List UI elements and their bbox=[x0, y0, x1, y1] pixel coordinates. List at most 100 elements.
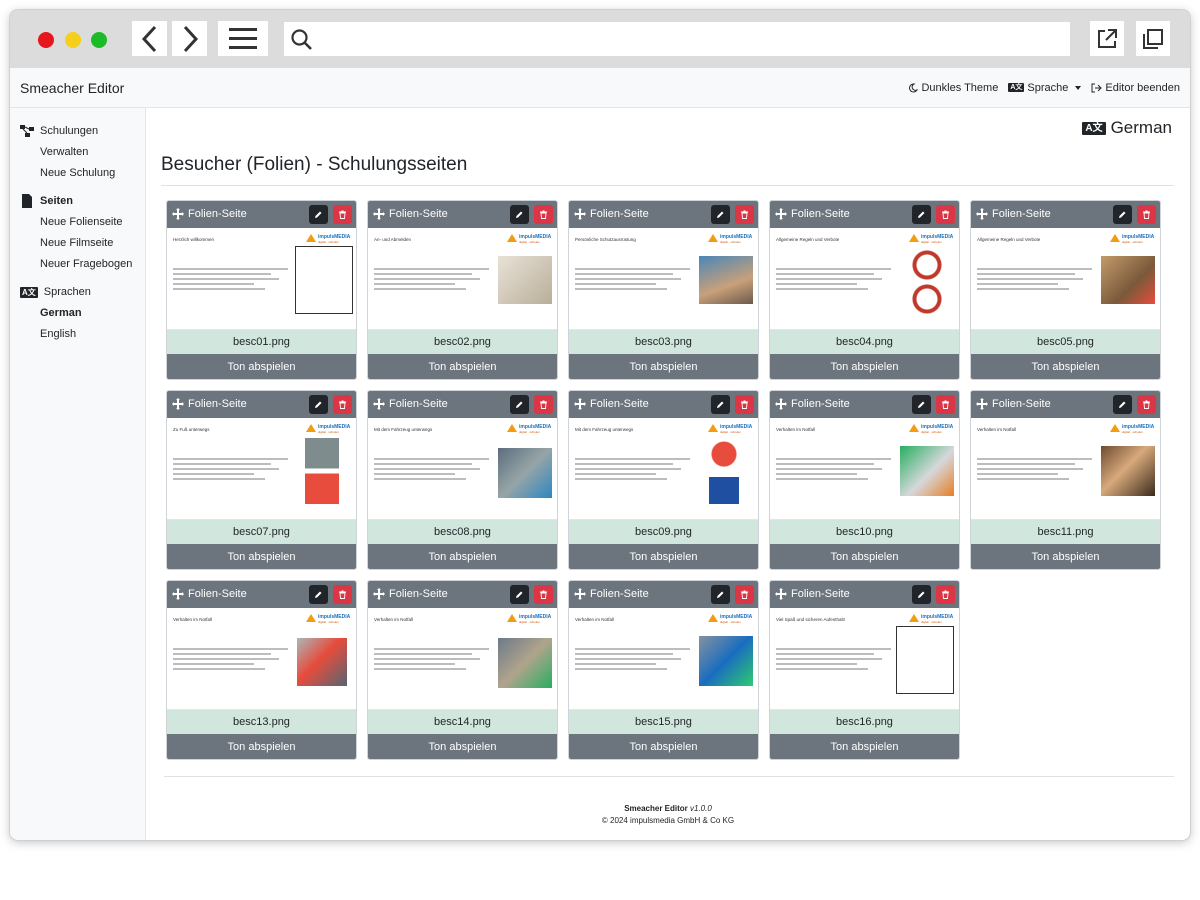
edit-button[interactable] bbox=[510, 394, 529, 414]
back-button[interactable] bbox=[132, 21, 167, 56]
delete-button[interactable] bbox=[534, 584, 553, 604]
card-header[interactable]: Folien-Seite bbox=[971, 391, 1160, 418]
delete-button[interactable] bbox=[333, 584, 352, 604]
card-header[interactable]: Folien-Seite bbox=[569, 391, 758, 418]
slide-thumbnail[interactable]: Allgemeine Regeln und Verbote impulsMEDI… bbox=[770, 227, 959, 331]
duplicate-window-button[interactable] bbox=[1136, 21, 1170, 56]
delete-button[interactable] bbox=[333, 204, 352, 224]
edit-button[interactable] bbox=[711, 394, 730, 414]
app-brand[interactable]: Smeacher Editor bbox=[20, 80, 124, 96]
move-icon[interactable] bbox=[775, 208, 787, 221]
move-icon[interactable] bbox=[574, 208, 586, 221]
sidebar-item-german[interactable]: German bbox=[10, 303, 145, 324]
delete-button[interactable] bbox=[936, 584, 955, 604]
close-window-button[interactable] bbox=[38, 32, 54, 48]
card-header[interactable]: Folien-Seite bbox=[368, 391, 557, 418]
card-header[interactable]: Folien-Seite bbox=[368, 201, 557, 228]
sidebar-item-neue-filmseite[interactable]: Neue Filmseite bbox=[10, 233, 145, 254]
play-audio-button[interactable]: Ton abspielen bbox=[167, 354, 356, 379]
slide-thumbnail[interactable]: An- und Abmelden impulsMEDIA digital · sc… bbox=[368, 227, 557, 331]
card-header[interactable]: Folien-Seite bbox=[770, 201, 959, 228]
sidebar-item-neue-folienseite[interactable]: Neue Folienseite bbox=[10, 212, 145, 233]
edit-button[interactable] bbox=[1113, 394, 1132, 414]
minimize-window-button[interactable] bbox=[65, 32, 81, 48]
play-audio-button[interactable]: Ton abspielen bbox=[971, 544, 1160, 569]
play-audio-button[interactable]: Ton abspielen bbox=[569, 354, 758, 379]
edit-button[interactable] bbox=[309, 204, 328, 224]
play-audio-button[interactable]: Ton abspielen bbox=[770, 354, 959, 379]
move-icon[interactable] bbox=[172, 398, 184, 411]
external-link-button[interactable] bbox=[1090, 21, 1124, 56]
play-audio-button[interactable]: Ton abspielen bbox=[569, 544, 758, 569]
slide-thumbnail[interactable]: Verhalten im Notfall impulsMEDIA digital … bbox=[770, 417, 959, 521]
delete-button[interactable] bbox=[735, 204, 754, 224]
move-icon[interactable] bbox=[373, 398, 385, 411]
move-icon[interactable] bbox=[373, 208, 385, 221]
move-icon[interactable] bbox=[172, 208, 184, 221]
slide-thumbnail[interactable]: Persönliche Schutzausrüstung impulsMEDIA… bbox=[569, 227, 758, 331]
delete-button[interactable] bbox=[1137, 204, 1156, 224]
card-header[interactable]: Folien-Seite bbox=[368, 581, 557, 608]
slide-thumbnail[interactable]: Herzlich willkommen impulsMEDIA digital ·… bbox=[167, 227, 356, 331]
edit-button[interactable] bbox=[711, 584, 730, 604]
url-bar[interactable] bbox=[284, 22, 1070, 56]
move-icon[interactable] bbox=[373, 588, 385, 601]
move-icon[interactable] bbox=[976, 208, 988, 221]
edit-button[interactable] bbox=[510, 204, 529, 224]
slide-thumbnail[interactable]: Verhalten im Notfall impulsMEDIA digital … bbox=[167, 607, 356, 711]
delete-button[interactable] bbox=[735, 584, 754, 604]
slide-thumbnail[interactable]: Mit dem Fahrzeug unterwegs impulsMEDIA di… bbox=[368, 417, 557, 521]
sidebar-section-schulungen[interactable]: Schulungen bbox=[10, 120, 145, 142]
card-header[interactable]: Folien-Seite bbox=[770, 391, 959, 418]
card-header[interactable]: Folien-Seite bbox=[569, 581, 758, 608]
edit-button[interactable] bbox=[510, 584, 529, 604]
card-header[interactable]: Folien-Seite bbox=[770, 581, 959, 608]
delete-button[interactable] bbox=[936, 394, 955, 414]
edit-button[interactable] bbox=[912, 204, 931, 224]
move-icon[interactable] bbox=[775, 398, 787, 411]
sidebar-section-sprachen[interactable]: A文 Sprachen bbox=[10, 281, 145, 303]
card-header[interactable]: Folien-Seite bbox=[167, 391, 356, 418]
edit-button[interactable] bbox=[912, 394, 931, 414]
slide-thumbnail[interactable]: Verhalten im Notfall impulsMEDIA digital … bbox=[971, 417, 1160, 521]
edit-button[interactable] bbox=[711, 204, 730, 224]
delete-button[interactable] bbox=[534, 394, 553, 414]
edit-button[interactable] bbox=[309, 584, 328, 604]
slide-thumbnail[interactable]: Verhalten im Notfall impulsMEDIA digital … bbox=[368, 607, 557, 711]
delete-button[interactable] bbox=[1137, 394, 1156, 414]
move-icon[interactable] bbox=[775, 588, 787, 601]
sidebar-section-seiten[interactable]: Seiten bbox=[10, 190, 145, 212]
play-audio-button[interactable]: Ton abspielen bbox=[971, 354, 1160, 379]
sidebar-item-verwalten[interactable]: Verwalten bbox=[10, 142, 145, 163]
delete-button[interactable] bbox=[735, 394, 754, 414]
slide-thumbnail[interactable]: Viel Spaß und sicheren Aufenthalt! impul… bbox=[770, 607, 959, 711]
play-audio-button[interactable]: Ton abspielen bbox=[368, 544, 557, 569]
sidebar-item-neuer-fragebogen[interactable]: Neuer Fragebogen bbox=[10, 254, 145, 275]
move-icon[interactable] bbox=[172, 588, 184, 601]
play-audio-button[interactable]: Ton abspielen bbox=[368, 734, 557, 759]
card-header[interactable]: Folien-Seite bbox=[569, 201, 758, 228]
play-audio-button[interactable]: Ton abspielen bbox=[167, 734, 356, 759]
sidebar-item-english[interactable]: English bbox=[10, 324, 145, 345]
maximize-window-button[interactable] bbox=[91, 32, 107, 48]
delete-button[interactable] bbox=[333, 394, 352, 414]
slide-thumbnail[interactable]: Mit dem Fahrzeug unterwegs impulsMEDIA di… bbox=[569, 417, 758, 521]
card-header[interactable]: Folien-Seite bbox=[167, 581, 356, 608]
edit-button[interactable] bbox=[1113, 204, 1132, 224]
menu-button[interactable] bbox=[218, 21, 268, 56]
play-audio-button[interactable]: Ton abspielen bbox=[368, 354, 557, 379]
play-audio-button[interactable]: Ton abspielen bbox=[770, 734, 959, 759]
dark-theme-toggle[interactable]: Dunkles Theme bbox=[908, 82, 998, 94]
move-icon[interactable] bbox=[574, 398, 586, 411]
card-header[interactable]: Folien-Seite bbox=[167, 201, 356, 228]
exit-editor-button[interactable]: Editor beenden bbox=[1091, 82, 1180, 94]
move-icon[interactable] bbox=[574, 588, 586, 601]
sidebar-item-neue-schulung[interactable]: Neue Schulung bbox=[10, 163, 145, 184]
edit-button[interactable] bbox=[309, 394, 328, 414]
language-dropdown[interactable]: A文 Sprache bbox=[1008, 82, 1082, 94]
play-audio-button[interactable]: Ton abspielen bbox=[569, 734, 758, 759]
forward-button[interactable] bbox=[172, 21, 207, 56]
slide-thumbnail[interactable]: Allgemeine Regeln und Verbote impulsMEDI… bbox=[971, 227, 1160, 331]
delete-button[interactable] bbox=[534, 204, 553, 224]
move-icon[interactable] bbox=[976, 398, 988, 411]
